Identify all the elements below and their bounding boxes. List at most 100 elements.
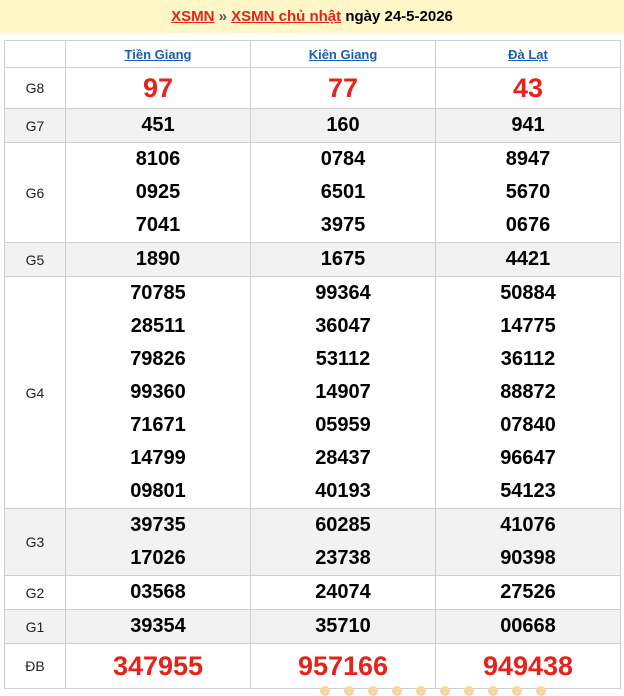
xsmn-sunday-link[interactable]: XSMN chủ nhật: [231, 8, 341, 25]
winning-number: 60285: [315, 514, 371, 536]
winning-number: 949438: [482, 651, 574, 681]
winning-number: 09801: [130, 480, 186, 502]
dot: [440, 686, 450, 696]
winning-number: 99360: [130, 381, 186, 403]
prize-cell: 1675: [250, 242, 436, 277]
winning-number: 53112: [315, 348, 371, 370]
prize-row-g5: G5 1890 1675 4421: [4, 242, 621, 277]
winning-number: 957166: [297, 651, 389, 681]
winning-number: 941: [511, 114, 545, 136]
prize-label: ĐB: [4, 643, 66, 689]
prize-cell: 0784 6501 3975: [250, 142, 436, 243]
winning-number: 39354: [130, 615, 186, 637]
winning-number: 6501: [320, 181, 366, 203]
winning-number: 28437: [315, 447, 371, 469]
winning-number: 14907: [315, 381, 371, 403]
prize-cell: 957166: [250, 643, 436, 689]
province-link-tien-giang[interactable]: Tiền Giang: [125, 47, 192, 62]
winning-number: 17026: [130, 547, 186, 569]
winning-number: 00668: [500, 615, 556, 637]
dot: [464, 686, 474, 696]
winning-number: 43: [512, 73, 544, 103]
prize-row-g1: G1 39354 35710 00668: [4, 609, 621, 644]
page-header: XSMN » XSMN chủ nhật ngày 24-5-2026: [0, 0, 624, 33]
prize-cell: 70785 28511 79826 99360 71671 14799 09801: [65, 276, 251, 509]
province-link-da-lat[interactable]: Đà Lạt: [508, 47, 548, 62]
prize-label: G8: [4, 67, 66, 109]
winning-number: 23738: [315, 547, 371, 569]
winning-number: 79826: [130, 348, 186, 370]
winning-number: 54123: [500, 480, 556, 502]
province-link-kien-giang[interactable]: Kiên Giang: [309, 47, 378, 62]
prize-label: G5: [4, 242, 66, 277]
winning-number: 35710: [315, 615, 371, 637]
dot: [368, 686, 378, 696]
winning-number: 347955: [112, 651, 204, 681]
winning-number: 0676: [505, 214, 551, 236]
winning-number: 40193: [315, 480, 371, 502]
dot: [536, 686, 546, 696]
prize-cell: 8106 0925 7041: [65, 142, 251, 243]
winning-number: 70785: [130, 282, 186, 304]
prize-cell: 77: [250, 67, 436, 109]
winning-number: 50884: [500, 282, 556, 304]
winning-number: 96647: [500, 447, 556, 469]
winning-number: 14799: [130, 447, 186, 469]
winning-number: 451: [141, 114, 175, 136]
prize-label: G7: [4, 108, 66, 143]
winning-number: 36047: [315, 315, 371, 337]
prize-cell: 60285 23738: [250, 508, 436, 576]
winning-number: 71671: [130, 414, 186, 436]
prize-row-g4: G4 70785 28511 79826 99360 71671 14799 09801 993…: [4, 276, 621, 509]
dot: [512, 686, 522, 696]
winning-number: 03568: [130, 581, 186, 603]
prize-row-g8: G8 97 77 43: [4, 67, 621, 109]
winning-number: 90398: [500, 547, 556, 569]
winning-number: 36112: [500, 348, 556, 370]
prize-cell: 27526: [435, 575, 621, 610]
winning-number: 1890: [135, 248, 181, 270]
results-table: Tiền Giang Kiên Giang Đà Lạt G8 97 77 43 G7 4…: [4, 40, 621, 689]
winning-number: 27526: [500, 581, 556, 603]
prize-cell: 43: [435, 67, 621, 109]
prize-cell: 97: [65, 67, 251, 109]
winning-number: 77: [327, 73, 359, 103]
prize-row-g7: G7 451 160 941: [4, 108, 621, 143]
prize-cell: 347955: [65, 643, 251, 689]
winning-number: 5670: [505, 181, 551, 203]
winning-number: 99364: [315, 282, 371, 304]
winning-number: 0784: [320, 148, 366, 170]
prize-cell: 24074: [250, 575, 436, 610]
winning-number: 3975: [320, 214, 366, 236]
winning-number: 8106: [135, 148, 181, 170]
winning-number: 97: [142, 73, 174, 103]
prize-row-g2: G2 03568 24074 27526: [4, 575, 621, 610]
winning-number: 39735: [130, 514, 186, 536]
decorative-dots: [320, 686, 546, 696]
province-header[interactable]: Tiền Giang: [65, 40, 251, 68]
prize-cell: 03568: [65, 575, 251, 610]
prize-cell: 949438: [435, 643, 621, 689]
prize-label: G4: [4, 276, 66, 509]
winning-number: 4421: [505, 248, 551, 270]
prize-cell: 451: [65, 108, 251, 143]
table-header-row: Tiền Giang Kiên Giang Đà Lạt: [4, 40, 621, 68]
breadcrumb-separator: »: [214, 8, 232, 25]
province-header[interactable]: Kiên Giang: [250, 40, 436, 68]
dot: [416, 686, 426, 696]
winning-number: 41076: [500, 514, 556, 536]
winning-number: 24074: [315, 581, 371, 603]
winning-number: 160: [326, 114, 360, 136]
prize-label: G2: [4, 575, 66, 610]
winning-number: 0925: [135, 181, 181, 203]
prize-row-g6: G6 8106 0925 7041 0784 6501 3975 8947 5670 0676: [4, 142, 621, 243]
winning-number: 8947: [505, 148, 551, 170]
winning-number: 88872: [500, 381, 556, 403]
prize-cell: 35710: [250, 609, 436, 644]
province-header[interactable]: Đà Lạt: [435, 40, 621, 68]
prize-cell: 941: [435, 108, 621, 143]
draw-date: ngày 24-5-2026: [341, 8, 453, 25]
dot: [344, 686, 354, 696]
dot: [392, 686, 402, 696]
xsmn-link[interactable]: XSMN: [171, 8, 214, 25]
